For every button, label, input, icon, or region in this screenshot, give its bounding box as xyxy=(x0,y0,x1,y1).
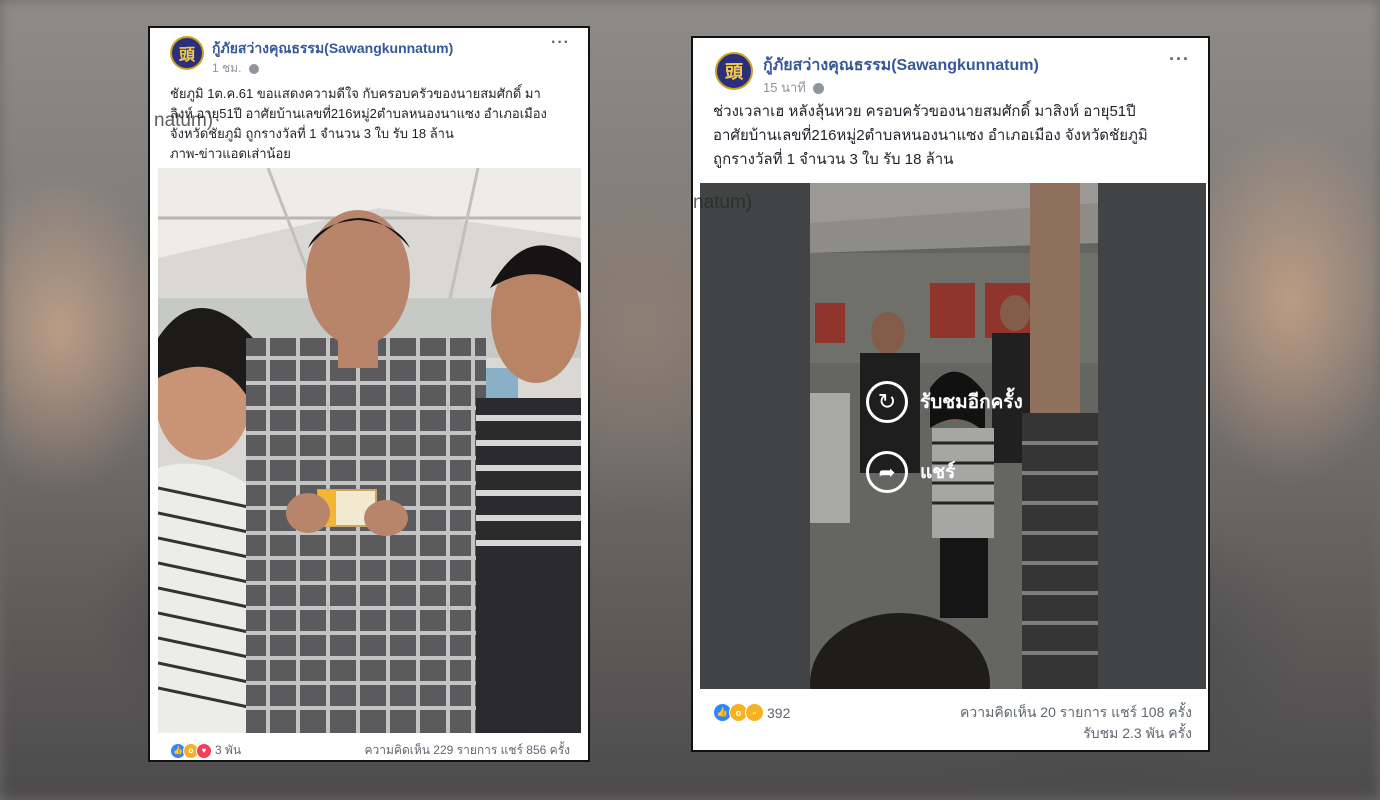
reaction-count[interactable]: 3 พัน xyxy=(215,741,241,760)
page-avatar-icon[interactable]: 頭 xyxy=(715,52,753,90)
post-time[interactable]: 15 นาที xyxy=(763,77,825,98)
facebook-post-video: 頭 กู้ภัยสว่างคุณธรรม(Sawangkunnatum) 15 … xyxy=(691,36,1210,752)
post-text-line: อาศัยบ้านเลขที่216หมู่2ตำบลหนองนาแซง อำเ… xyxy=(713,127,1148,144)
facebook-post-photo: 頭 กู้ภัยสว่างคุณธรรม(Sawangkunnatum) 1 ช… xyxy=(148,26,590,762)
share-label: แชร์ xyxy=(920,462,956,483)
video-frame-illustration xyxy=(700,183,1206,689)
post-photo[interactable] xyxy=(158,168,581,733)
page-avatar-icon[interactable]: 頭 xyxy=(170,36,204,70)
post-text: ชัยภูมิ 1ต.ค.61 ขอแสดงความดีใจ กับครอบคร… xyxy=(170,84,547,164)
replay-label: รับชมอีกครั้ง xyxy=(920,392,1023,413)
reactions-summary[interactable]: 👍 o ᵕ 392 xyxy=(713,703,790,722)
post-time[interactable]: 1 ชม. xyxy=(212,59,259,78)
post-text-line: ภาพ-ข่าวแอดเส่าน้อย xyxy=(170,146,291,161)
globe-icon xyxy=(813,83,825,95)
views-count[interactable]: รับชม 2.3 พัน ครั้ง xyxy=(960,723,1192,744)
post-text-line: ลิงห์ อายุ51ปี อาศัยบ้านเลขที่216หมู่2ตำ… xyxy=(170,106,547,121)
share-icon: ➦ xyxy=(866,451,908,493)
post-text-line: ชัยภูมิ 1ต.ค.61 ขอแสดงความดีใจ กับครอบคร… xyxy=(170,86,541,101)
reactions-summary[interactable]: 👍 o ♥ 3 พัน xyxy=(170,741,241,760)
post-text-line: จังหวัดชัยภูมิ ถูกรางวัลที่ 1 จำนวน 3 ใบ… xyxy=(170,126,454,141)
comments-shares-stats[interactable]: ความคิดเห็น 229 รายการ แชร์ 856 ครั้ง xyxy=(365,741,570,760)
overlay-artifact-text: natum) xyxy=(154,110,214,131)
reaction-count[interactable]: 392 xyxy=(767,705,790,721)
overlay-artifact-text: natum) xyxy=(693,192,753,213)
share-video-button[interactable]: ➦ แชร์ xyxy=(866,451,955,493)
haha-icon: ᵕ xyxy=(745,703,764,722)
love-icon: ♥ xyxy=(196,742,212,759)
winners-photo-illustration xyxy=(158,168,581,733)
post-text-line: ถูกรางวัลที่ 1 จำนวน 3 ใบ รับ 18 ล้าน xyxy=(713,151,954,168)
page-name-link[interactable]: กู้ภัยสว่างคุณธรรม(Sawangkunnatum) xyxy=(763,53,1039,78)
replay-icon: ↻ xyxy=(866,381,908,423)
post-time-text[interactable]: 1 ชม. xyxy=(212,61,241,75)
post-stats: ความคิดเห็น 20 รายการ แชร์ 108 ครั้ง รับ… xyxy=(960,702,1192,744)
page-name-link[interactable]: กู้ภัยสว่างคุณธรรม(Sawangkunnatum) xyxy=(212,38,453,60)
post-time-text[interactable]: 15 นาที xyxy=(763,80,806,95)
post-text-line: ช่วงเวลาเฮ หลังลุ้นหวย ครอบครัวของนายสมศ… xyxy=(713,103,1136,120)
globe-icon xyxy=(248,63,259,74)
more-options-icon[interactable]: ··· xyxy=(551,34,570,52)
more-options-icon[interactable]: ··· xyxy=(1169,49,1190,70)
video-player[interactable]: ↻ รับชมอีกครั้ง ➦ แชร์ xyxy=(700,183,1206,689)
comments-shares-stats[interactable]: ความคิดเห็น 20 รายการ แชร์ 108 ครั้ง xyxy=(960,702,1192,723)
post-text: ช่วงเวลาเฮ หลังลุ้นหวย ครอบครัวของนายสมศ… xyxy=(713,100,1148,172)
replay-button[interactable]: ↻ รับชมอีกครั้ง xyxy=(866,381,1023,423)
